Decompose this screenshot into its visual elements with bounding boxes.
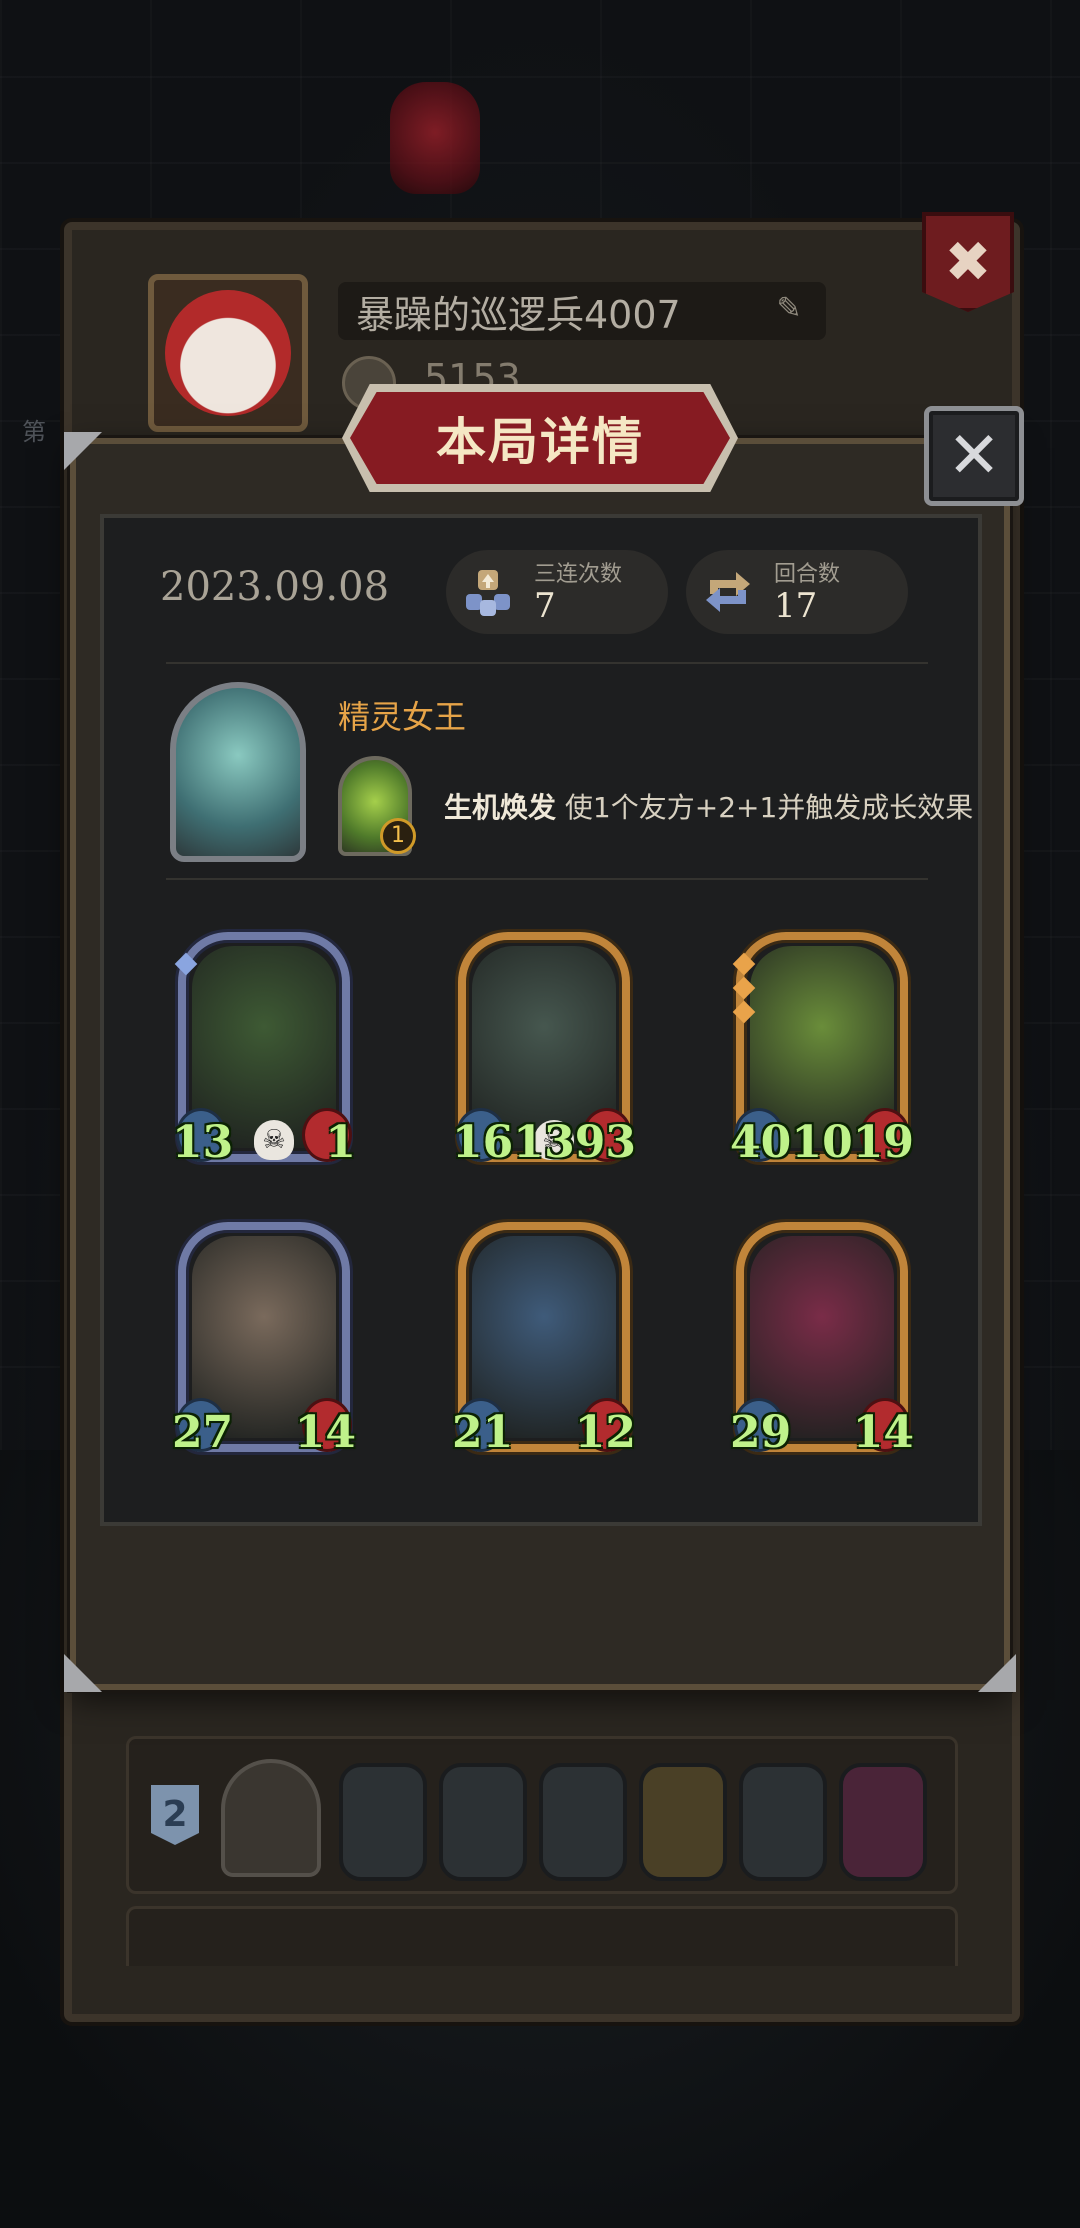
cyborg-scientist-unit[interactable]: 27 14 [172, 1222, 356, 1458]
unit-health: 14 [294, 1407, 356, 1458]
triples-stat: 三连次数 7 [446, 550, 668, 634]
player-avatar [148, 274, 308, 432]
history-unit [639, 1763, 727, 1881]
rounds-value: 17 [774, 586, 818, 626]
skill-text: 生机焕发 使1个友方+2+1并触发成长效果 [444, 786, 973, 826]
red-lantern-decoration [390, 82, 480, 194]
skill-description: 使1个友方+2+1并触发成长效果 [564, 791, 974, 824]
profile-close-button[interactable]: ✖ [922, 212, 1014, 312]
unit-health: 14 [852, 1407, 914, 1458]
history-unit [539, 1763, 627, 1881]
rounds-stat: 回合数 17 [686, 550, 908, 634]
hero-portrait[interactable] [170, 682, 306, 862]
jester-clown-unit[interactable]: 29 14 [730, 1222, 914, 1458]
close-icon: ✕ [947, 419, 1001, 493]
unit-attack: 161 [452, 1117, 544, 1168]
star-pip [174, 952, 198, 976]
skill-name: 生机焕发 [444, 791, 557, 824]
leaf-sprite-unit[interactable]: 401 1019 [730, 932, 914, 1168]
star-pip [732, 976, 756, 1000]
star-pip [732, 1000, 756, 1024]
unit-health: 1019 [791, 1117, 914, 1168]
skill-level-badge: 1 [380, 818, 416, 854]
unit-health: 12 [574, 1407, 636, 1458]
skull-icon: ☠ [254, 1120, 294, 1160]
rounds-label: 回合数 [774, 562, 841, 587]
blue-elf-witch-unit[interactable]: 21 12 [452, 1222, 636, 1458]
star-pip [732, 952, 756, 976]
unit-attack: 21 [452, 1407, 514, 1458]
history-unit [839, 1763, 927, 1881]
triples-label: 三连次数 [534, 562, 623, 587]
star-pips [732, 952, 756, 1028]
round-cycle-icon [698, 562, 758, 622]
history-hero-portrait [221, 1759, 321, 1877]
history-unit [439, 1763, 527, 1881]
match-date: 2023.09.08 [160, 564, 390, 610]
unit-health: 393 [544, 1117, 636, 1168]
history-unit [339, 1763, 427, 1881]
avatar-face [165, 290, 291, 416]
triples-value: 7 [534, 586, 556, 626]
divider [166, 662, 928, 664]
pencil-icon[interactable]: ✎ [772, 292, 806, 326]
vine-heart-unit[interactable]: ☠ 13 1 [172, 932, 356, 1168]
dialog-close-button[interactable]: ✕ [924, 406, 1024, 506]
triple-merge-icon [458, 562, 518, 622]
hero-name: 精灵女王 [338, 698, 467, 736]
unit-attack: 27 [172, 1407, 234, 1458]
title-banner: 本局详情 [350, 392, 730, 484]
history-row[interactable]: 2 [126, 1736, 958, 1894]
history-row[interactable] [126, 1906, 958, 1966]
unit-attack: 29 [730, 1407, 792, 1458]
player-name-bar: 暴躁的巡逻兵4007 [338, 282, 826, 340]
player-name: 暴躁的巡逻兵4007 [356, 292, 681, 337]
divider [166, 878, 928, 880]
close-icon: ✖ [944, 229, 992, 295]
unit-attack: 13 [172, 1117, 234, 1168]
side-label-left: 第 [22, 418, 46, 446]
unit-health: 1 [325, 1117, 356, 1168]
rank-badge: 2 [151, 1785, 199, 1845]
armored-knight-unit[interactable]: ☠ 161 393 [452, 932, 636, 1168]
star-pips [174, 952, 198, 980]
history-unit [739, 1763, 827, 1881]
dialog-title: 本局详情 [436, 413, 644, 471]
